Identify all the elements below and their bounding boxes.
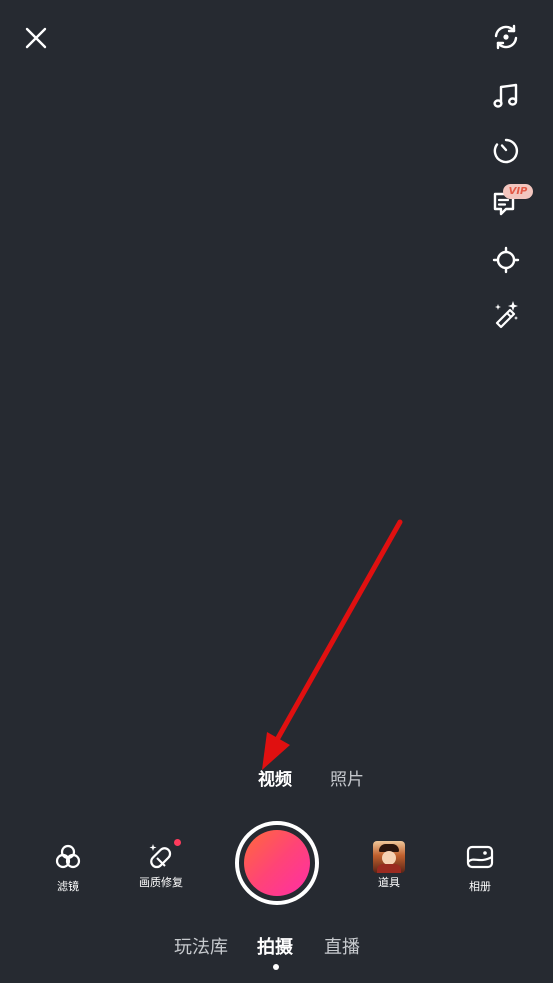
mode-tab-video[interactable]: 视频 bbox=[258, 768, 292, 792]
quality-repair-button[interactable]: 画质修复 bbox=[126, 839, 196, 890]
album-button[interactable]: 相册 bbox=[445, 842, 515, 894]
record-button-core bbox=[244, 830, 310, 896]
album-label: 相册 bbox=[469, 880, 491, 893]
props-label: 道具 bbox=[378, 876, 400, 889]
tab-live[interactable]: 直播 bbox=[324, 935, 360, 961]
album-icon bbox=[466, 845, 494, 869]
tab-shoot[interactable]: 拍摄 bbox=[257, 935, 293, 961]
notification-dot bbox=[174, 839, 181, 846]
active-tab-indicator bbox=[273, 964, 279, 970]
mode-tab-photo[interactable]: 照片 bbox=[330, 768, 364, 792]
tab-gameplay[interactable]: 玩法库 bbox=[174, 935, 228, 961]
filter-button[interactable]: 滤镜 bbox=[33, 842, 103, 894]
filter-icon bbox=[55, 844, 81, 869]
filter-label: 滤镜 bbox=[57, 880, 79, 893]
record-button[interactable] bbox=[235, 821, 319, 905]
quality-repair-icon bbox=[149, 844, 172, 869]
props-button[interactable]: 道具 bbox=[354, 841, 424, 890]
props-thumbnail bbox=[373, 841, 405, 873]
quality-repair-label: 画质修复 bbox=[139, 876, 183, 889]
